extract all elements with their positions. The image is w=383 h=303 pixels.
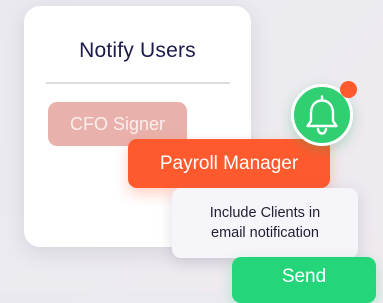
- payroll-manager-chip[interactable]: Payroll Manager: [128, 139, 330, 188]
- notification-dot: [340, 81, 357, 98]
- panel-divider: [46, 82, 230, 84]
- panel-title: Notify Users: [79, 39, 196, 62]
- include-clients-label-line2: email notification: [211, 225, 319, 241]
- notification-bell[interactable]: [291, 81, 357, 146]
- include-clients-label: Include Clients in email notification: [180, 203, 350, 243]
- include-clients-label-line1: Include Clients in: [209, 205, 321, 221]
- include-clients-option[interactable]: Include Clients in email notification: [172, 188, 358, 258]
- send-button[interactable]: Send: [232, 257, 376, 303]
